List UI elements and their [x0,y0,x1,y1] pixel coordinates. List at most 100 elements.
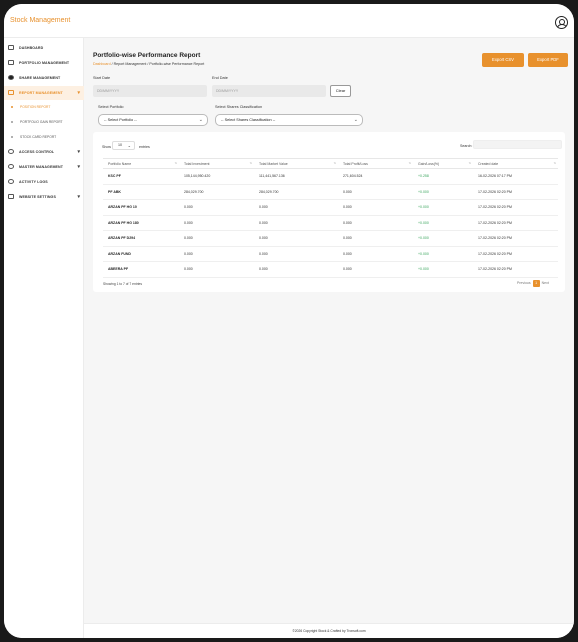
bullet-icon [11,121,13,123]
total-profit-loss-cell: 0.000 [338,215,413,231]
gain-loss-cell: +0.000 [413,199,473,216]
table-row: ARZAN PF D294 0.000 0.000 0.000 +0.000 1… [103,230,558,247]
total-profit-loss-cell: 0.000 [338,246,413,262]
entries-per-page-select[interactable]: 10 ⌄ [112,141,135,150]
total-market-value-cell: 0.000 [254,230,338,247]
table-info: Showing 1 to 7 of 7 entries [103,282,143,286]
folder-icon [8,60,14,65]
clear-button[interactable]: Clear [330,85,351,97]
shield-icon [8,149,14,154]
sort-icon: ⇅ [249,161,252,165]
settings-icon [8,194,14,199]
portfolio-name-cell: ARZAN PF HG 10 [103,199,179,216]
chevron-down-icon: ▾ [77,164,80,170]
entries-label: entries [139,145,150,149]
created-date-cell: 16-02-2026 07:17 PM [473,168,558,185]
sidebar-item-activity-logs[interactable]: ACTIVITY LOGS [4,175,84,189]
chevron-down-icon: ⌄ [127,143,131,148]
sidebar-subitem-position-report[interactable]: POSITION REPORT [4,101,84,113]
created-date-cell: 17-02-2026 02:20 PM [473,246,558,262]
table-row: ABEERA PF 0.000 0.000 0.000 +0.000 17-02… [103,261,558,278]
column-header[interactable]: Total Profit/Loss ⇅ [338,158,413,169]
sidebar-item-master-management[interactable]: MASTER MANAGEMENT ▾ [4,160,84,174]
sidebar: DASHBOARD PORTFOLIO MANAGEMENT SHARE MAN… [4,38,84,638]
sidebar-item-access-control[interactable]: ACCESS CONTROL ▾ [4,145,84,159]
portfolio-name-cell: ARZAN PF HG 180 [103,215,179,231]
total-investment-cell: 284,029.700 [179,184,254,200]
report-table: Portfolio Name ⇅ Total Investment ⇅ Total … [103,158,558,278]
next-page-button[interactable]: Next [542,281,549,285]
breadcrumb-trail: / Report Management / Portfolio-wise Per… [110,62,205,66]
start-date-label: Start Date [93,76,111,80]
top-bar: Stock Management [4,4,574,38]
portfolio-name-cell: KSC PF [103,168,179,185]
sidebar-item-label: SHARE MANAGEMENT [19,76,61,80]
total-profit-loss-cell: 0.000 [338,184,413,200]
brand-title[interactable]: Stock Management [10,17,70,24]
device-frame: Stock Management DASHBOARD PORTFOLIO MAN… [0,0,578,642]
table-header-row: Portfolio Name ⇅ Total Investment ⇅ Total … [103,158,558,169]
end-date-label: End Date [212,76,228,80]
total-investment-cell: 105,144,950.420 [179,168,254,185]
gain-loss-cell: +0.000 [413,215,473,231]
page-1-button[interactable]: 1 [532,280,540,287]
table-row: PF ABK 284,029.700 284,029.700 0.000 +0.… [103,184,558,200]
total-profit-loss-cell: 271,604.524 [338,168,413,185]
portfolio-select[interactable]: -- Select Portfolio -- ⌄ [98,114,208,126]
export-pdf-button[interactable]: Export PDF [528,53,568,67]
gain-loss-cell: +0.000 [413,246,473,262]
chevron-down-icon: ⌄ [198,117,203,123]
classification-select[interactable]: -- Select Shares Classification -- ⌄ [215,114,363,126]
column-header[interactable]: Portfolio Name ⇅ [103,158,179,169]
sort-icon: ⇅ [408,161,411,165]
page-title: Portfolio-wise Performance Report [93,52,201,59]
portfolio-select-value: -- Select Portfolio -- [104,118,137,122]
column-header[interactable]: Total Investment ⇅ [179,158,254,169]
sidebar-subitem-label: PORTFOLIO GAIN REPORT [20,120,63,124]
sidebar-item-label: PORTFOLIO MANAGEMENT [19,61,70,65]
total-profit-loss-cell: 0.000 [338,199,413,216]
breadcrumb-home-link[interactable]: Dashboard [93,62,111,66]
end-date-input[interactable]: DD/MM/YYYY [212,85,326,97]
gain-loss-cell: +0.000 [413,184,473,200]
classification-select-value: -- Select Shares Classification -- [221,118,276,122]
previous-page-button[interactable]: Previous [517,281,531,285]
history-icon [8,179,14,184]
portfolio-name-cell: ABEERA PF [103,261,179,278]
portfolio-select-label: Select Portfolio [98,105,124,109]
created-date-cell: 17-02-2026 02:20 PM [473,199,558,216]
total-market-value-cell: 0.000 [254,261,338,278]
search-input[interactable] [473,140,562,149]
sidebar-subitem-stock-card-report[interactable]: STOCK CARD REPORT [4,131,84,143]
export-csv-button[interactable]: Export CSV [482,53,524,67]
screen: Stock Management DASHBOARD PORTFOLIO MAN… [4,4,574,638]
column-header[interactable]: Total Market Value ⇅ [254,158,338,169]
column-header[interactable]: Created date ⇅ [473,158,558,169]
column-header[interactable]: Gain/Loss(%) ⇅ [413,158,473,169]
sidebar-item-share-management[interactable]: SHARE MANAGEMENT [4,71,84,85]
sidebar-item-report-management[interactable]: REPORT MANAGEMENT ▾ [4,86,84,100]
total-market-value-cell: 0.000 [254,215,338,231]
user-avatar-icon[interactable] [555,16,568,29]
sidebar-item-dashboard[interactable]: DASHBOARD [4,41,84,55]
sidebar-item-website-settings[interactable]: WEBSITE SETTINGS ▾ [4,190,84,204]
total-investment-cell: 0.000 [179,230,254,247]
sidebar-subitem-label: POSITION REPORT [20,105,51,109]
sidebar-subitem-portfolio-gain-report[interactable]: PORTFOLIO GAIN REPORT [4,116,84,128]
total-investment-cell: 0.000 [179,199,254,216]
sidebar-item-portfolio-management[interactable]: PORTFOLIO MANAGEMENT [4,56,84,70]
sidebar-item-label: MASTER MANAGEMENT [19,165,64,169]
portfolio-name-cell: ARZAN PF D294 [103,230,179,247]
show-label: Show [102,145,111,149]
total-profit-loss-cell: 0.000 [338,230,413,247]
total-profit-loss-cell: 0.000 [338,261,413,278]
created-date-cell: 17-02-2026 02:20 PM [473,261,558,278]
entries-per-page-value: 10 [118,143,122,147]
created-date-cell: 17-02-2026 02:20 PM [473,215,558,231]
sidebar-subitem-label: STOCK CARD REPORT [20,135,57,139]
pagination: Previous 1 Next [517,280,549,287]
portfolio-name-cell: PF ABK [103,184,179,200]
start-date-input[interactable]: DD/MM/YYYY [93,85,207,97]
sort-icon: ⇅ [468,161,471,165]
table-row: ARZAN PF HG 10 0.000 0.000 0.000 +0.000 … [103,199,558,216]
